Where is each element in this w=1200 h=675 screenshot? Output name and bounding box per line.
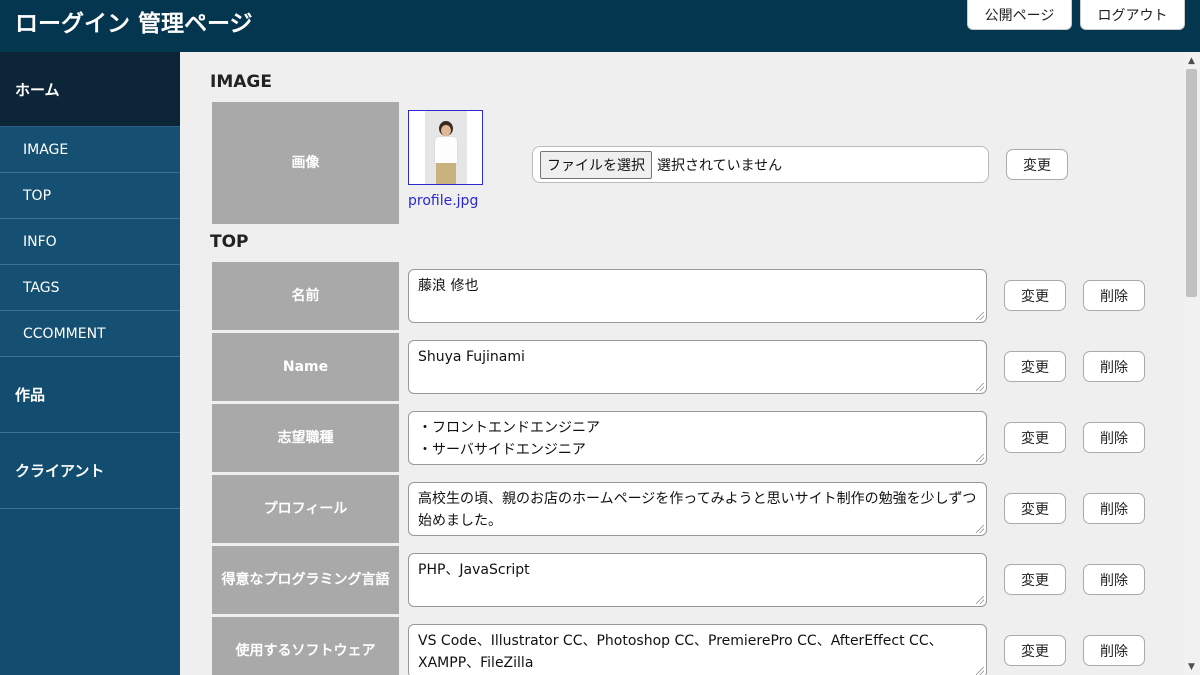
languages-change-button[interactable]: 変更 bbox=[1004, 564, 1066, 595]
scroll-thumb[interactable] bbox=[1186, 69, 1197, 297]
field-label-name-ja: 名前 bbox=[212, 262, 399, 330]
main-content: IMAGE 画像 profile.jpg ファイルを選択 選択されていません 変… bbox=[180, 52, 1183, 675]
profile-value: 高校生の頃、親のお店のホームページを作ってみようと思いサイト制作の勉強を少しずつ… bbox=[418, 491, 977, 529]
field-label-name-en: Name bbox=[212, 333, 399, 401]
desired-role-delete-button[interactable]: 削除 bbox=[1083, 422, 1145, 453]
app-header: ローグイン 管理ページ 公開ページ ログアウト bbox=[0, 0, 1200, 52]
profile-change-button[interactable]: 変更 bbox=[1004, 493, 1066, 524]
page-scrollbar[interactable]: ▲ ▼ bbox=[1183, 52, 1200, 675]
languages-value: PHP、JavaScript bbox=[418, 562, 530, 578]
resize-grip[interactable] bbox=[976, 525, 984, 533]
name-en-textarea[interactable]: Shuya Fujinami bbox=[408, 340, 987, 394]
name-ja-delete-button[interactable]: 削除 bbox=[1083, 280, 1145, 311]
profile-textarea[interactable]: 高校生の頃、親のお店のホームページを作ってみようと思いサイト制作の勉強を少しずつ… bbox=[408, 482, 987, 536]
photo-face bbox=[440, 125, 451, 136]
choose-file-button[interactable]: ファイルを選択 bbox=[540, 150, 652, 179]
profile-delete-button[interactable]: 削除 bbox=[1083, 493, 1145, 524]
resize-grip[interactable] bbox=[976, 383, 984, 391]
field-label-software: 使用するソフトウェア bbox=[212, 617, 399, 675]
desired-role-textarea[interactable]: ・フロントエンドエンジニア ・サーバサイドエンジニア bbox=[408, 411, 987, 465]
field-label-languages: 得意なプログラミング言語 bbox=[212, 546, 399, 614]
resize-grip[interactable] bbox=[976, 312, 984, 320]
sidebar: ホーム IMAGE TOP INFO TAGS CCOMMENT 作品 クライア… bbox=[0, 52, 180, 675]
file-status-text: 選択されていません bbox=[657, 157, 783, 174]
sidebar-item-top[interactable]: TOP bbox=[0, 173, 180, 219]
resize-grip[interactable] bbox=[976, 454, 984, 462]
section-title-image: IMAGE bbox=[210, 72, 272, 92]
sidebar-item-home[interactable]: ホーム bbox=[0, 52, 180, 127]
app-title: ローグイン 管理ページ bbox=[15, 11, 253, 37]
sidebar-item-works[interactable]: 作品 bbox=[0, 357, 180, 433]
public-page-button[interactable]: 公開ページ bbox=[967, 0, 1072, 30]
field-label-desired-role: 志望職種 bbox=[212, 404, 399, 472]
sidebar-item-comment[interactable]: CCOMMENT bbox=[0, 311, 180, 357]
profile-thumbnail[interactable] bbox=[408, 110, 483, 185]
sidebar-item-image[interactable]: IMAGE bbox=[0, 127, 180, 173]
image-filename-link[interactable]: profile.jpg bbox=[408, 193, 478, 209]
image-file-input[interactable]: ファイルを選択 選択されていません bbox=[532, 146, 989, 183]
name-ja-value: 藤浪 修也 bbox=[418, 278, 479, 294]
name-en-delete-button[interactable]: 削除 bbox=[1083, 351, 1145, 382]
image-change-button[interactable]: 変更 bbox=[1006, 149, 1068, 180]
image-label: 画像 bbox=[212, 102, 399, 224]
sidebar-item-tags[interactable]: TAGS bbox=[0, 265, 180, 311]
sidebar-item-clients[interactable]: クライアント bbox=[0, 433, 180, 509]
photo-pants bbox=[435, 163, 456, 184]
desired-role-change-button[interactable]: 変更 bbox=[1004, 422, 1066, 453]
name-en-value: Shuya Fujinami bbox=[418, 349, 525, 365]
software-textarea[interactable]: VS Code、Illustrator CC、Photoshop CC、Prem… bbox=[408, 624, 987, 675]
software-value: VS Code、Illustrator CC、Photoshop CC、Prem… bbox=[418, 633, 943, 671]
section-title-top: TOP bbox=[210, 232, 249, 252]
software-change-button[interactable]: 変更 bbox=[1004, 635, 1066, 666]
languages-delete-button[interactable]: 削除 bbox=[1083, 564, 1145, 595]
name-ja-textarea[interactable]: 藤浪 修也 bbox=[408, 269, 987, 323]
name-en-change-button[interactable]: 変更 bbox=[1004, 351, 1066, 382]
scroll-up-arrow-icon[interactable]: ▲ bbox=[1183, 52, 1200, 69]
scroll-down-arrow-icon[interactable]: ▼ bbox=[1183, 658, 1200, 675]
sidebar-item-info[interactable]: INFO bbox=[0, 219, 180, 265]
resize-grip[interactable] bbox=[976, 667, 984, 675]
name-ja-change-button[interactable]: 変更 bbox=[1004, 280, 1066, 311]
logout-button[interactable]: ログアウト bbox=[1080, 0, 1185, 30]
profile-photo bbox=[424, 111, 467, 184]
photo-shirt bbox=[433, 136, 458, 164]
desired-role-value: ・フロントエンドエンジニア ・サーバサイドエンジニア bbox=[418, 420, 600, 458]
software-delete-button[interactable]: 削除 bbox=[1083, 635, 1145, 666]
field-label-profile: プロフィール bbox=[212, 475, 399, 543]
languages-textarea[interactable]: PHP、JavaScript bbox=[408, 553, 987, 607]
resize-grip[interactable] bbox=[976, 596, 984, 604]
